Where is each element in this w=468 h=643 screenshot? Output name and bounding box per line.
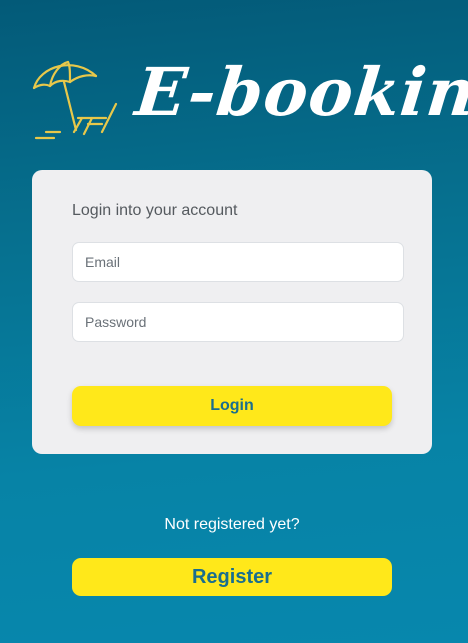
beach-umbrella-chair-icon [32,60,118,140]
email-field[interactable] [72,242,404,282]
password-field[interactable] [72,302,404,342]
login-button[interactable]: Login [72,386,392,426]
register-button[interactable]: Register [72,558,392,596]
not-registered-prompt: Not registered yet? [164,516,300,533]
brand-name: E-booking [131,53,468,131]
login-card-title: Login into your account [72,202,238,219]
login-card: Login into your account Login [32,170,432,454]
header: E-booking [0,0,468,170]
